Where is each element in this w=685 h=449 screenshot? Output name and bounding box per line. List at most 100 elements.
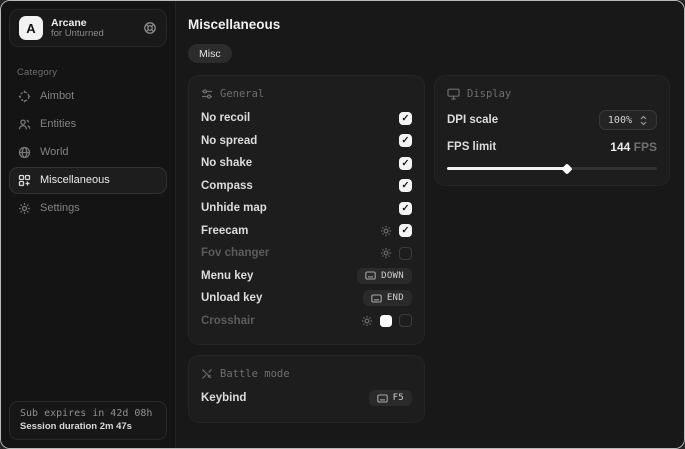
crosshair-checkbox[interactable]	[399, 314, 412, 327]
setting-row-dpi-scale: DPI scale 100%	[447, 107, 657, 133]
panel-title: Display	[467, 88, 511, 100]
app-name: Arcane	[51, 17, 135, 29]
setting-row-freecam: Freecam	[201, 220, 412, 243]
row-controls	[399, 112, 412, 125]
panel-title: General	[220, 88, 264, 100]
setting-label: FPS limit	[447, 141, 496, 153]
sidebar-item-label: Aimbot	[40, 90, 74, 102]
no-recoil-checkbox[interactable]	[399, 112, 412, 125]
crosshair-config-gear-icon[interactable]	[361, 315, 373, 327]
sidebar-item-label: Entities	[40, 118, 76, 130]
sidebar-item-settings[interactable]: Settings	[9, 195, 167, 222]
session-duration-text: Session duration 2m 47s	[20, 421, 156, 432]
lifebuoy-icon[interactable]	[143, 21, 157, 35]
panel-battle-header: Battle mode	[201, 368, 412, 380]
row-controls	[399, 157, 412, 170]
setting-row-menu-key: Menu key DOWN	[201, 265, 412, 288]
freecam-checkbox[interactable]	[399, 224, 412, 237]
setting-label: Menu key	[201, 270, 253, 282]
sidebar-item-label: World	[40, 146, 69, 158]
setting-row-unhide-map: Unhide map	[201, 197, 412, 220]
globe-icon	[18, 146, 31, 159]
dpi-scale-value: 100%	[608, 115, 632, 126]
crosshair-color-swatch[interactable]	[380, 315, 392, 327]
sidebar-item-label: Miscellaneous	[40, 174, 110, 186]
setting-label: Unhide map	[201, 202, 267, 214]
left-column: General No recoil No spread	[188, 75, 425, 423]
fps-limit-slider[interactable]	[447, 163, 657, 173]
row-controls	[399, 179, 412, 192]
setting-label: No spread	[201, 135, 257, 147]
row-controls	[380, 224, 412, 237]
unload-key-keybind-button[interactable]: END	[363, 290, 412, 306]
content-columns: General No recoil No spread	[188, 75, 670, 423]
fov-changer-checkbox[interactable]	[399, 247, 412, 260]
sidebar-item-aimbot[interactable]: Aimbot	[9, 83, 167, 110]
freecam-config-gear-icon[interactable]	[380, 225, 392, 237]
sidebar-spacer	[1, 222, 175, 393]
sidebar-item-entities[interactable]: Entities	[9, 111, 167, 138]
setting-row-no-recoil: No recoil	[201, 107, 412, 130]
sidebar-item-miscellaneous[interactable]: Miscellaneous	[9, 167, 167, 194]
keyboard-icon	[371, 294, 382, 303]
swords-icon	[201, 368, 213, 380]
panel-title: Battle mode	[220, 368, 290, 380]
setting-row-battle-keybind: Keybind F5	[201, 387, 412, 410]
setting-label: DPI scale	[447, 114, 498, 126]
setting-label: Keybind	[201, 392, 246, 404]
setting-label: Unload key	[201, 292, 262, 304]
chevrons-up-down-icon	[639, 115, 648, 126]
fps-limit-value: 144 FPS	[610, 140, 657, 154]
slider-thumb[interactable]	[561, 163, 572, 174]
panel-battle-mode: Battle mode Keybind F5	[188, 355, 425, 423]
sidebar-item-world[interactable]: World	[9, 139, 167, 166]
app-header-card: A Arcane for Unturned	[9, 9, 167, 47]
fov-changer-config-gear-icon[interactable]	[380, 247, 392, 259]
monitor-icon	[447, 88, 460, 100]
panel-general-header: General	[201, 88, 412, 100]
keybind-value: END	[387, 293, 404, 303]
app-meta: Arcane for Unturned	[51, 17, 135, 40]
battle-keybind-button[interactable]: F5	[369, 390, 412, 406]
setting-row-no-shake: No shake	[201, 152, 412, 175]
fps-unit: FPS	[634, 140, 657, 154]
setting-label: Compass	[201, 180, 253, 192]
main-content: Miscellaneous Misc General	[176, 1, 684, 448]
row-controls	[380, 247, 412, 260]
keyboard-icon	[377, 394, 388, 403]
no-spread-checkbox[interactable]	[399, 134, 412, 147]
keyboard-icon	[365, 271, 376, 280]
setting-row-crosshair: Crosshair	[201, 310, 412, 333]
no-shake-checkbox[interactable]	[399, 157, 412, 170]
users-icon	[18, 118, 31, 131]
setting-label: Freecam	[201, 225, 248, 237]
status-card: Sub expires in 42d 08h Session duration …	[9, 401, 167, 440]
tab-misc[interactable]: Misc	[188, 44, 232, 63]
fps-number: 144	[610, 140, 630, 154]
right-column: Display DPI scale 100% FPS limit	[434, 75, 670, 186]
setting-row-no-spread: No spread	[201, 130, 412, 153]
crosshair-icon	[18, 90, 31, 103]
grid-icon	[18, 174, 31, 187]
row-controls	[399, 134, 412, 147]
app-window: A Arcane for Unturned Category Aimbot	[0, 0, 685, 449]
setting-label: Crosshair	[201, 315, 255, 327]
setting-row-compass: Compass	[201, 175, 412, 198]
setting-row-unload-key: Unload key END	[201, 287, 412, 310]
compass-checkbox[interactable]	[399, 179, 412, 192]
keybind-value: F5	[393, 393, 404, 403]
setting-label: No recoil	[201, 112, 250, 124]
unhide-map-checkbox[interactable]	[399, 202, 412, 215]
row-controls: DOWN	[357, 268, 412, 284]
menu-key-keybind-button[interactable]: DOWN	[357, 268, 412, 284]
setting-label: No shake	[201, 157, 252, 169]
subscription-expiry-text: Sub expires in 42d 08h	[20, 408, 156, 419]
row-controls: F5	[369, 390, 412, 406]
sliders-icon	[201, 88, 213, 100]
panel-general: General No recoil No spread	[188, 75, 425, 345]
dpi-scale-select[interactable]: 100%	[599, 110, 657, 130]
panel-display: Display DPI scale 100% FPS limit	[434, 75, 670, 186]
row-controls	[361, 314, 412, 327]
sidebar-nav: Aimbot Entities World	[1, 82, 175, 222]
app-avatar: A	[19, 16, 43, 40]
